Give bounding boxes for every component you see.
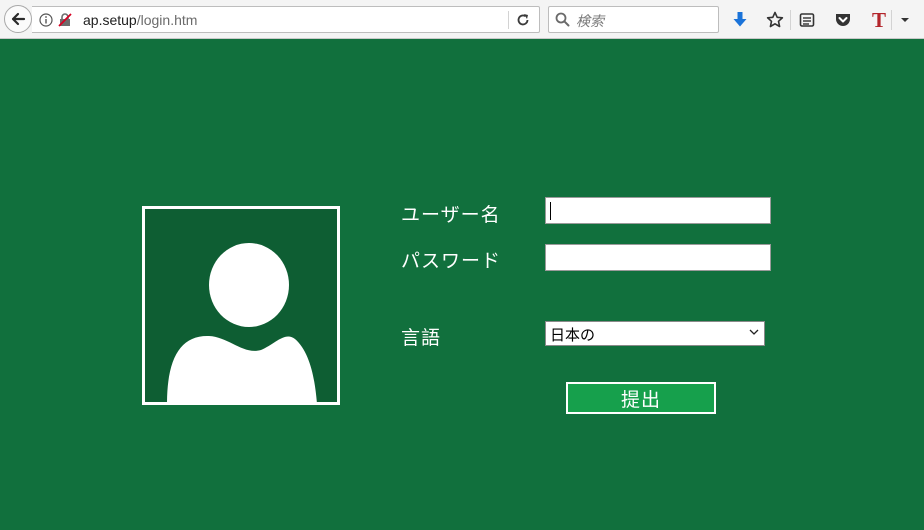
password-label: パスワード [401, 250, 502, 272]
chevron-down-icon [749, 329, 759, 335]
user-silhouette-icon [167, 243, 317, 402]
reader-view-button[interactable] [796, 9, 818, 31]
url-text[interactable]: ap.setup/login.htm [83, 12, 197, 28]
login-page: ユーザー名 パスワード 言語 日本の 提出 [0, 40, 924, 530]
language-label: 言語 [401, 327, 442, 349]
download-icon [733, 12, 747, 27]
username-input[interactable] [545, 197, 771, 224]
search-placeholder: 検索 [576, 14, 604, 30]
reload-icon[interactable] [515, 12, 531, 28]
translate-t-icon: T [871, 8, 886, 32]
language-select[interactable]: 日本の [545, 321, 765, 346]
username-label: ユーザー名 [401, 204, 501, 226]
pocket-button[interactable] [832, 9, 854, 31]
insecure-lock-icon[interactable] [57, 12, 73, 28]
bookmark-button[interactable] [764, 9, 786, 31]
avatar [142, 206, 340, 405]
search-bar[interactable]: 検索 [548, 6, 719, 33]
info-icon[interactable] [39, 13, 53, 27]
language-selected-value: 日本の [550, 326, 596, 344]
pocket-icon [836, 13, 850, 26]
download-button[interactable] [729, 9, 751, 31]
search-icon [555, 12, 570, 27]
bookmark-star-icon [766, 11, 784, 28]
translate-button[interactable]: T [868, 9, 890, 31]
password-input[interactable] [545, 244, 771, 271]
text-caret [550, 202, 551, 220]
toolbar-divider [891, 10, 892, 30]
url-path: /login.htm [136, 12, 198, 28]
submit-button[interactable]: 提出 [566, 382, 716, 414]
url-host: ap.setup [83, 12, 137, 28]
reader-view-icon [799, 13, 815, 27]
toolbar-divider [790, 10, 791, 30]
menu-dropdown-button[interactable] [896, 9, 914, 31]
address-bar[interactable]: ap.setup/login.htm [32, 6, 540, 33]
browser-toolbar: ap.setup/login.htm 検索 T [0, 0, 924, 39]
urlbar-divider [508, 11, 509, 29]
back-arrow-icon [11, 12, 26, 26]
submit-label: 提出 [620, 388, 661, 411]
menu-dropdown-icon [901, 18, 909, 22]
back-button[interactable] [4, 5, 32, 33]
